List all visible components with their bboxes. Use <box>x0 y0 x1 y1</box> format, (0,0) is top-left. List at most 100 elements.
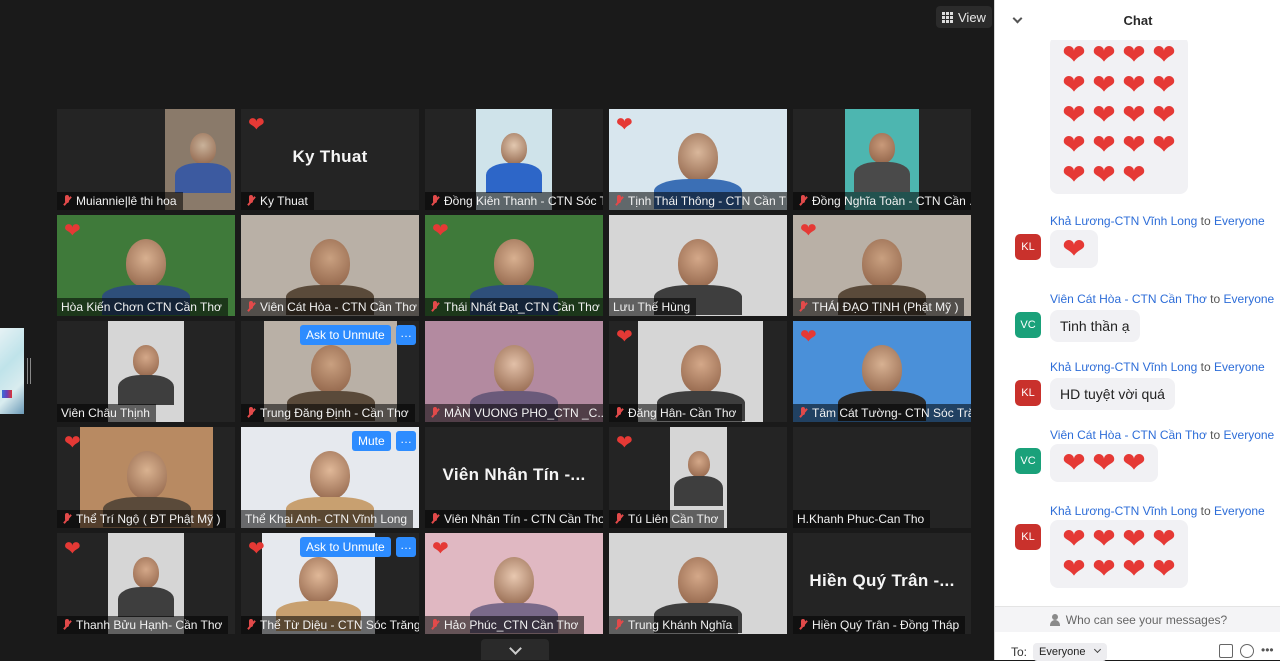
muted-mic-icon <box>429 512 441 526</box>
muted-mic-icon <box>61 194 73 208</box>
chat-panel: Chat ❤ ❤ ❤ ❤ ❤ ❤ ❤ ❤ ❤ ❤ ❤ ❤ ❤ ❤ ❤ ❤ ❤ ❤ ❤ Khả Lương-CTN Vĩ… <box>994 0 1280 661</box>
chevron-down-icon <box>1094 645 1102 654</box>
heart-emoji: ❤ <box>1092 553 1116 584</box>
heart-reaction-icon: ❤ <box>432 220 449 242</box>
participant-tile[interactable]: ❤ Tâm Cát Tường- CTN Sóc Tră... <box>793 321 971 422</box>
participant-tile[interactable]: ❤ THÁI ĐẠO TỊNH (Phật Mỹ ) <box>793 215 971 316</box>
collapse-toolbar-button[interactable] <box>481 639 549 660</box>
chat-message-bubble: HD tuyệt vời quá <box>1050 378 1175 410</box>
heart-reaction-icon: ❤ <box>800 220 817 242</box>
participant-tile[interactable]: ❤ Tú Liên Cần Thơ <box>609 427 787 528</box>
heart-emoji: ❤ <box>1062 523 1086 554</box>
person-icon <box>1049 613 1061 626</box>
heart-emoji: ❤ <box>1152 553 1176 584</box>
muted-mic-icon <box>245 406 257 420</box>
heart-emoji: ❤ <box>1152 523 1176 554</box>
chat-message-meta: Khả Lương-CTN Vĩnh Long to Everyone <box>1050 214 1265 228</box>
avatar: VC <box>1015 448 1041 474</box>
participant-tile[interactable]: ❤ Tịnh Thái Thông - CTN Cần Thơ <box>609 109 787 210</box>
participant-tile[interactable]: Trung Khánh Nghĩa <box>609 533 787 634</box>
heart-emoji: ❤ <box>1122 99 1146 130</box>
ask-to-unmute-button[interactable]: Ask to Unmute <box>300 325 391 345</box>
participant-tile[interactable]: ❤ Ask to Unmute… Thể Từ Diệu - CTN Sóc Tră… <box>241 533 419 634</box>
participant-name: Ky Thuat <box>241 192 314 210</box>
chat-message-list[interactable]: ❤ ❤ ❤ ❤ ❤ ❤ ❤ ❤ ❤ ❤ ❤ ❤ ❤ ❤ ❤ ❤ ❤ ❤ ❤ Khả Lương-CTN Vĩnh Lo… <box>995 40 1280 606</box>
recipient-select[interactable]: Everyone <box>1033 643 1108 661</box>
resize-handle[interactable] <box>27 358 31 384</box>
participant-tile[interactable]: ❤ Hảo Phúc_CTN Cần Thơ <box>425 533 603 634</box>
recipient-row: To: Everyone <box>995 640 1280 661</box>
more-options-icon[interactable]: … <box>396 325 416 345</box>
participant-name: Tịnh Thái Thông - CTN Cần Thơ <box>609 192 787 210</box>
participant-tile[interactable]: Ky Thuat ❤ Ky Thuat <box>241 109 419 210</box>
participant-name: Hảo Phúc_CTN Cần Thơ <box>425 616 585 634</box>
participant-name: THÁI ĐẠO TỊNH (Phật Mỹ ) <box>793 298 965 316</box>
participant-tile[interactable]: H.Khanh Phuc-Can Tho <box>793 427 971 528</box>
avatar: VC <box>1015 312 1041 338</box>
participant-tile[interactable]: Hiền Quý Trân -... Hiền Quý Trân - Đồng T… <box>793 533 971 634</box>
heart-emoji: ❤ <box>1062 69 1086 100</box>
heart-emoji: ❤ <box>1122 129 1146 160</box>
chevron-down-icon <box>508 642 522 655</box>
participant-tile[interactable]: MÀN VUONG PHO_CTN _C... <box>425 321 603 422</box>
muted-mic-icon <box>613 512 625 526</box>
participant-tile[interactable]: Đồng Nghĩa Toàn - CTN Cần ... <box>793 109 971 210</box>
heart-emoji: ❤ <box>1122 159 1146 190</box>
participant-tile[interactable]: Lưu Thế Hùng <box>609 215 787 316</box>
heart-reaction-icon: ❤ <box>64 432 81 454</box>
chat-message-bubble: ❤ ❤ ❤ <box>1050 444 1158 482</box>
mute-button[interactable]: Mute <box>352 431 391 451</box>
heart-emoji: ❤ <box>1092 447 1116 478</box>
muted-mic-icon <box>797 300 809 314</box>
participant-tile[interactable]: ❤ Thái Nhất Đạt_CTN Cần Thơ <box>425 215 603 316</box>
video-gallery: View Muiannie|lê thi hoa Ky Thuat ❤ Ky Thua… <box>0 0 994 660</box>
heart-emoji: ❤ <box>1092 523 1116 554</box>
heart-emoji: ❤ <box>1062 159 1086 190</box>
heart-reaction-icon: ❤ <box>64 220 81 242</box>
more-options-icon[interactable]: … <box>396 537 416 557</box>
heart-emoji: ❤ <box>1152 129 1176 160</box>
muted-mic-icon <box>613 618 625 632</box>
participant-tile[interactable]: ❤ Đăng Hân- Cần Thơ <box>609 321 787 422</box>
participant-tile[interactable]: ❤ Hòa Kiến Chơn CTN Cần Thơ <box>57 215 235 316</box>
participant-name: Hiền Quý Trân - Đồng Tháp <box>793 616 966 634</box>
heart-emoji: ❤ <box>1092 40 1116 70</box>
heart-reaction-icon: ❤ <box>800 326 817 348</box>
participant-name: Thể Từ Diệu - CTN Sóc Trăng <box>241 616 419 634</box>
participant-tile[interactable]: ❤ Thanh Bửu Hạnh- Cần Thơ <box>57 533 235 634</box>
heart-reaction-icon: ❤ <box>616 432 633 454</box>
muted-mic-icon <box>429 194 441 208</box>
heart-reaction-icon: ❤ <box>248 538 265 560</box>
ask-to-unmute-button[interactable]: Ask to Unmute <box>300 537 391 557</box>
participant-display-name: Ky Thuat <box>292 147 368 166</box>
privacy-text: Who can see your messages? <box>1065 612 1228 627</box>
muted-mic-icon <box>245 194 257 208</box>
heart-reaction-icon: ❤ <box>616 114 633 136</box>
muted-mic-icon <box>429 300 441 314</box>
participant-tile[interactable]: Đồng Kiên Thanh - CTN Sóc Tră... <box>425 109 603 210</box>
participant-tile[interactable]: Viên Nhân Tín -... Viên Nhân Tín - CTN Cầ… <box>425 427 603 528</box>
more-options-icon[interactable]: ••• <box>1261 644 1275 659</box>
participant-tile[interactable]: Ask to Unmute… Trung Đăng Định - Cần Thơ <box>241 321 419 422</box>
participant-name: Viên Châu Thịnh <box>57 404 156 422</box>
participant-tile[interactable]: Viên Cát Hòa - CTN Cần Thơ <box>241 215 419 316</box>
chat-message-meta: Khả Lương-CTN Vĩnh Long to Everyone <box>1050 504 1265 518</box>
participant-display-name: Hiền Quý Trân -... <box>809 571 955 590</box>
heart-emoji: ❤ <box>1122 447 1146 478</box>
participant-tile[interactable]: Viên Châu Thịnh <box>57 321 235 422</box>
shared-screen-thumbnail[interactable] <box>0 328 24 414</box>
emoji-icon[interactable] <box>1240 644 1254 658</box>
file-icon[interactable] <box>1219 644 1233 658</box>
participant-tile[interactable]: ❤ Thể Trí Ngộ ( ĐT Phật Mỹ ) <box>57 427 235 528</box>
to-label: To: <box>1011 645 1028 659</box>
participant-name: Viên Nhân Tín - CTN Cần Thơ <box>425 510 603 528</box>
heart-emoji: ❤ <box>1152 99 1176 130</box>
avatar: KL <box>1015 380 1041 406</box>
more-options-icon[interactable]: … <box>396 431 416 451</box>
privacy-notice[interactable]: Who can see your messages? <box>995 606 1280 632</box>
participant-tile[interactable]: Muiannie|lê thi hoa <box>57 109 235 210</box>
participant-tile[interactable]: Mute… Thể Khai Anh- CTN Vĩnh Long <box>241 427 419 528</box>
avatar: KL <box>1015 524 1041 550</box>
chat-message-bubble: ❤ <box>1050 230 1098 268</box>
view-button[interactable]: View <box>936 6 992 28</box>
